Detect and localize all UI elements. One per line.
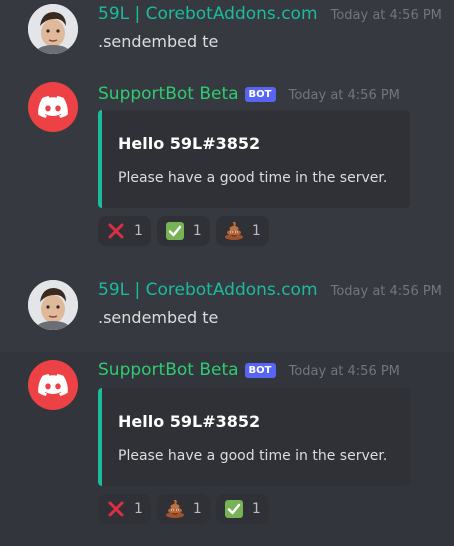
reactions: 1 1 1	[98, 216, 269, 246]
message-bot-2: SupportBot Beta BOT Today at 4:56 PM Hell…	[0, 352, 454, 546]
reaction-poop[interactable]: 1	[215, 216, 269, 246]
cross-mark-icon	[106, 499, 126, 519]
reaction-poop[interactable]: 1	[156, 494, 210, 524]
timestamp[interactable]: Today at 4:56 PM	[331, 284, 442, 299]
reaction-count: 1	[134, 501, 143, 517]
reaction-count: 1	[251, 501, 261, 517]
message-content: .sendembed te	[98, 32, 219, 51]
message-user-2: 59L | CorebotAddons.com Today at 4:56 PM…	[0, 276, 454, 334]
message-header: 59L | CorebotAddons.com Today at 4:56 PM	[98, 4, 442, 24]
user-avatar[interactable]	[28, 280, 78, 330]
message-content: .sendembed te	[98, 308, 219, 327]
embed-description: Please have a good time in the server.	[118, 170, 388, 186]
embed: Hello 59L#3852 Please have a good time i…	[98, 110, 410, 208]
timestamp[interactable]: Today at 4:56 PM	[289, 364, 400, 379]
bot-tag: BOT	[244, 87, 276, 102]
message-user-1: 59L | CorebotAddons.com Today at 4:56 PM…	[0, 0, 454, 58]
author-name[interactable]: 59L | CorebotAddons.com	[98, 280, 318, 300]
reaction-count: 1	[251, 223, 261, 239]
reaction-check[interactable]: 1	[156, 216, 210, 246]
bot-avatar[interactable]	[28, 82, 78, 132]
author-name[interactable]: SupportBot Beta	[98, 84, 239, 104]
message-header: SupportBot Beta BOT Today at 4:56 PM	[98, 84, 400, 104]
message-bot-1: SupportBot Beta BOT Today at 4:56 PM Hell…	[0, 74, 454, 254]
reaction-check[interactable]: 1	[215, 494, 269, 524]
poop-icon	[165, 499, 185, 519]
bot-tag: BOT	[244, 363, 276, 378]
check-mark-icon	[165, 221, 185, 241]
check-mark-icon	[224, 499, 244, 519]
reaction-count: 1	[192, 501, 202, 517]
discord-logo-icon	[38, 374, 68, 396]
embed-title: Hello 59L#3852	[118, 412, 261, 431]
author-name[interactable]: SupportBot Beta	[98, 360, 239, 380]
reactions: 1 1 1	[98, 494, 269, 524]
reaction-count: 1	[192, 223, 202, 239]
bot-avatar[interactable]	[28, 360, 78, 410]
embed-title: Hello 59L#3852	[118, 134, 261, 153]
message-header: 59L | CorebotAddons.com Today at 4:56 PM	[98, 280, 442, 300]
message-header: SupportBot Beta BOT Today at 4:56 PM	[98, 360, 400, 380]
reaction-cross[interactable]: 1	[98, 494, 151, 524]
timestamp[interactable]: Today at 4:56 PM	[331, 8, 442, 23]
embed-description: Please have a good time in the server.	[118, 448, 388, 464]
discord-logo-icon	[38, 96, 68, 118]
poop-icon	[224, 221, 244, 241]
user-avatar[interactable]	[28, 4, 78, 54]
author-name[interactable]: 59L | CorebotAddons.com	[98, 4, 318, 24]
embed: Hello 59L#3852 Please have a good time i…	[98, 388, 410, 486]
reaction-cross[interactable]: 1	[98, 216, 151, 246]
reaction-count: 1	[134, 223, 143, 239]
cross-mark-icon	[106, 221, 126, 241]
timestamp[interactable]: Today at 4:56 PM	[289, 88, 400, 103]
